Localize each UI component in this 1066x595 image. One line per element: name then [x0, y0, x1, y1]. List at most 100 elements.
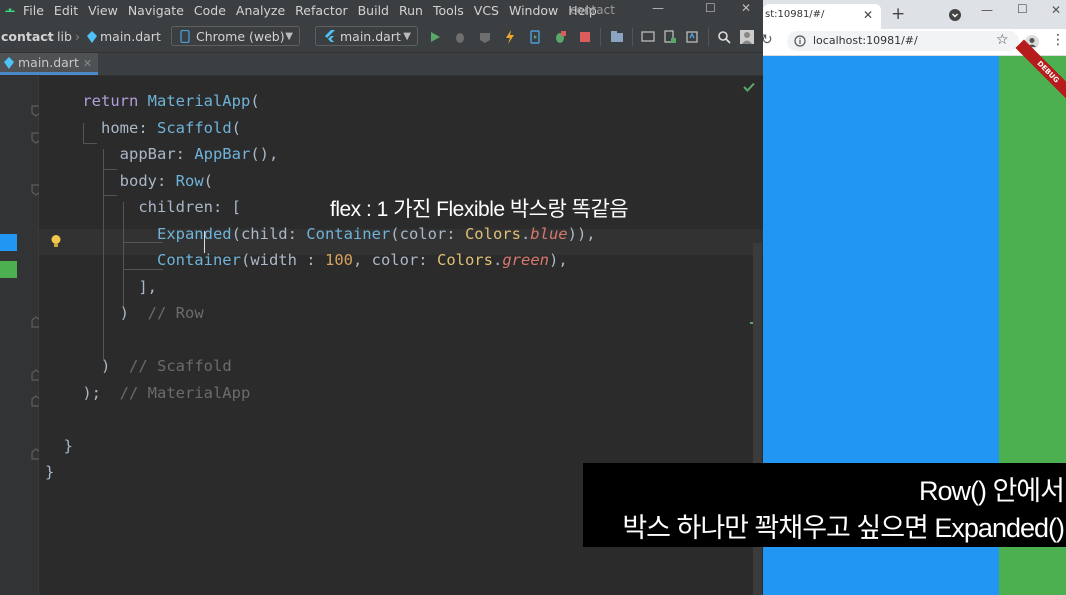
run-config-selector[interactable]: main.dart ▼	[315, 26, 418, 46]
code-token: body:	[119, 172, 176, 190]
code-token: )	[101, 357, 129, 375]
more-menu-icon[interactable]: ⋮	[1051, 32, 1065, 48]
editor-gutter	[0, 76, 41, 595]
code-token: AppBar	[194, 145, 251, 163]
project-structure-icon[interactable]	[610, 30, 624, 44]
run-config-label: main.dart	[340, 29, 401, 44]
account-icon[interactable]	[740, 30, 754, 44]
code-token: Scaffold	[157, 119, 232, 137]
android-studio-logo-icon	[5, 8, 15, 12]
breadcrumb-file[interactable]: main.dart	[100, 29, 161, 44]
bookmark-star-icon[interactable]: ☆	[996, 32, 1009, 48]
menu-edit[interactable]: Edit	[54, 3, 78, 18]
maximize-icon[interactable]: ☐	[1017, 2, 1028, 16]
close-icon[interactable]: ✕	[741, 1, 751, 15]
hot-restart-icon[interactable]	[528, 30, 542, 44]
menu-tools[interactable]: Tools	[433, 3, 464, 18]
color-swatch-green[interactable]	[0, 261, 17, 278]
caption-line-1: Row() 안에서	[918, 476, 1065, 506]
code-token: ),	[549, 251, 568, 269]
attach-debugger-icon[interactable]	[553, 30, 567, 44]
menu-analyze[interactable]: Analyze	[236, 3, 285, 18]
code-token: Container	[306, 225, 391, 243]
code-token: Container	[156, 251, 241, 269]
new-tab-icon[interactable]: +	[891, 4, 905, 24]
minimize-icon[interactable]: —	[652, 1, 664, 15]
menu-bar: File Edit View Navigate Code Analyze Refactor B…	[0, 0, 763, 22]
color-swatch-blue[interactable]	[0, 234, 17, 251]
avd-manager-icon[interactable]	[663, 30, 677, 44]
code-token: Expanded	[156, 225, 232, 243]
menu-refactor[interactable]: Refactor	[295, 3, 347, 18]
address-url: localhost:10981/#/	[813, 34, 918, 47]
code-token: )),	[567, 225, 596, 243]
device-selector[interactable]: Chrome (web) ▼	[171, 26, 300, 46]
maximize-icon[interactable]: ☐	[705, 1, 716, 15]
info-icon[interactable]	[794, 35, 806, 47]
search-icon[interactable]	[717, 30, 731, 44]
code-token: 100	[324, 251, 353, 269]
code-token: ],	[138, 278, 157, 296]
run-icon[interactable]	[428, 30, 442, 44]
breadcrumb-folder[interactable]: lib	[57, 29, 72, 44]
code-token: );	[82, 384, 120, 402]
dart-file-icon	[87, 31, 97, 43]
menu-build[interactable]: Build	[358, 3, 389, 18]
code-token: Colors	[436, 251, 493, 269]
toolbar-separator	[632, 28, 633, 46]
phone-icon	[180, 30, 190, 43]
menu-window[interactable]: Window	[509, 3, 558, 18]
menu-navigate[interactable]: Navigate	[128, 3, 184, 18]
menu-code[interactable]: Code	[194, 3, 226, 18]
tab-search-icon[interactable]	[949, 9, 961, 21]
tab-label: main.dart	[18, 55, 79, 70]
code-line: ) // Row	[45, 300, 204, 326]
code-line: Expanded(child: Container(color: Colors.…	[45, 221, 596, 247]
minimize-icon[interactable]: —	[981, 3, 993, 17]
address-bar[interactable]: localhost:10981/#/	[787, 31, 1019, 51]
reload-icon[interactable]: ↻	[763, 32, 773, 48]
code-line: Container(width : 100, color: Colors.gre…	[45, 247, 568, 273]
menu-items: File Edit View Navigate Code Analyze Refactor B…	[23, 3, 597, 18]
menu-file[interactable]: File	[23, 3, 44, 18]
close-tab-icon[interactable]: ✕	[83, 57, 92, 70]
code-token: , color:	[352, 251, 437, 269]
subtitle-caption: Row() 안에서 박스 하나만 꽉채우고 싶으면 Expanded()	[583, 463, 1066, 547]
code-line: }	[45, 459, 54, 485]
code-line: ) // Scaffold	[45, 353, 232, 379]
close-window-icon[interactable]: ✕	[1051, 3, 1061, 17]
toolbar-separator	[708, 28, 709, 46]
code-token: // Row	[147, 304, 204, 322]
menu-view[interactable]: View	[88, 3, 118, 18]
code-token: }	[45, 463, 55, 481]
menu-vcs[interactable]: VCS	[474, 3, 499, 18]
code-token: .	[520, 225, 531, 243]
menu-run[interactable]: Run	[399, 3, 423, 18]
code-token: home:	[101, 119, 157, 137]
code-token: (width :	[240, 251, 325, 269]
device-manager-icon[interactable]	[641, 30, 655, 44]
code-token: }	[63, 437, 74, 455]
chevron-right-icon: ›	[75, 29, 80, 44]
close-tab-icon[interactable]: ✕	[863, 4, 873, 26]
stop-icon[interactable]	[578, 30, 592, 44]
debug-icon[interactable]	[453, 30, 467, 44]
hot-reload-icon[interactable]	[503, 30, 517, 44]
sdk-manager-icon[interactable]	[685, 30, 699, 44]
code-token: (	[203, 172, 213, 190]
code-token: )	[119, 304, 148, 322]
overlay-annotation: flex : 1 가진 Flexible 박스랑 똑같음	[330, 198, 629, 221]
code-token: (child:	[231, 225, 307, 243]
browser-tab[interactable]: st:10981/#/ ✕	[763, 4, 881, 29]
coverage-icon[interactable]	[478, 30, 492, 44]
browser-tab-title: st:10981/#/	[765, 9, 825, 20]
lightbulb-icon[interactable]	[50, 234, 62, 249]
code-line: return MaterialApp(	[45, 88, 259, 114]
tab-main-dart[interactable]: main.dart ✕	[0, 53, 99, 75]
